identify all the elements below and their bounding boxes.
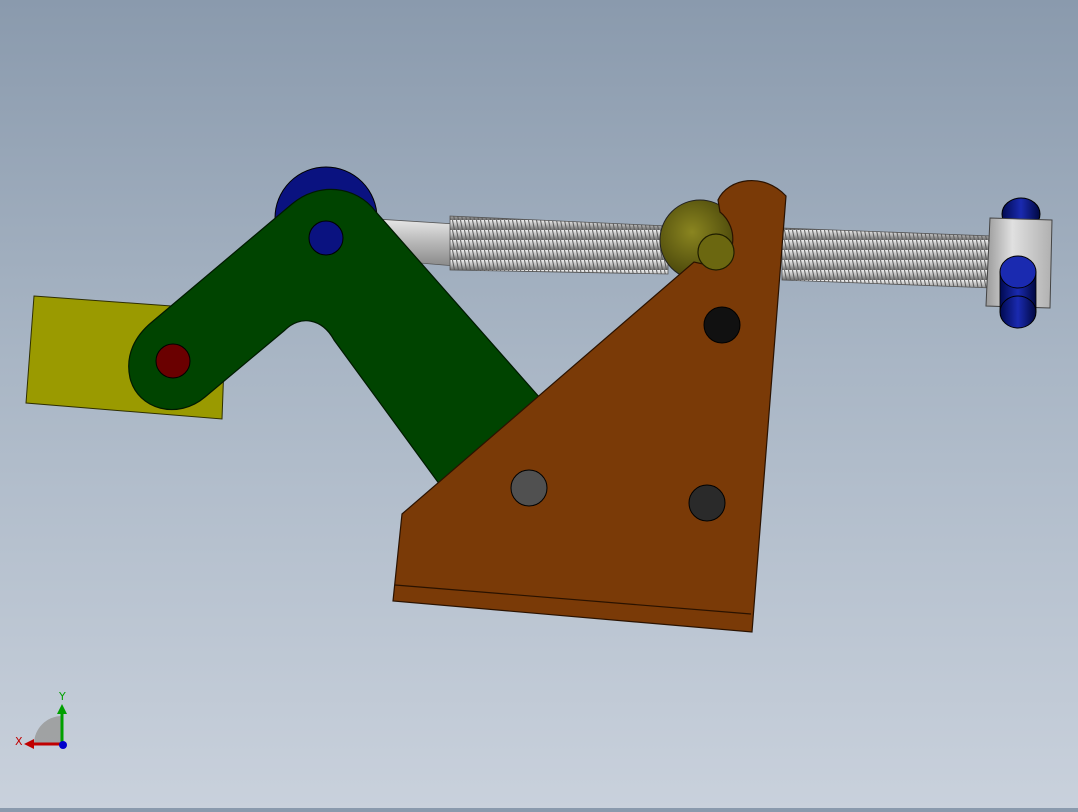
triad-y-label: Y bbox=[58, 690, 66, 703]
nut-pin[interactable] bbox=[697, 233, 735, 271]
triad-x-label: X bbox=[15, 735, 23, 748]
model-view[interactable]: Y X bbox=[0, 0, 1078, 808]
graphics-viewport[interactable]: Y X bbox=[0, 0, 1078, 808]
threaded-screw-left[interactable] bbox=[449, 215, 669, 275]
arm-pivot-pin[interactable] bbox=[308, 220, 344, 256]
triad-z-axis bbox=[59, 741, 67, 749]
reference-triad[interactable]: Y X bbox=[15, 690, 67, 749]
triad-x-arrow-icon bbox=[24, 739, 34, 749]
cross-pin-top-face bbox=[999, 255, 1037, 289]
cross-pin-bottom[interactable] bbox=[999, 295, 1037, 329]
base-hole-right[interactable] bbox=[688, 484, 726, 522]
jaw-pivot-pin[interactable] bbox=[155, 343, 191, 379]
triad-y-arrow-icon bbox=[57, 704, 67, 714]
triad-quadrant-icon bbox=[34, 716, 62, 744]
base-hole-top[interactable] bbox=[703, 306, 741, 344]
base-hole-left[interactable] bbox=[510, 469, 548, 507]
threaded-screw-right[interactable] bbox=[781, 227, 993, 289]
